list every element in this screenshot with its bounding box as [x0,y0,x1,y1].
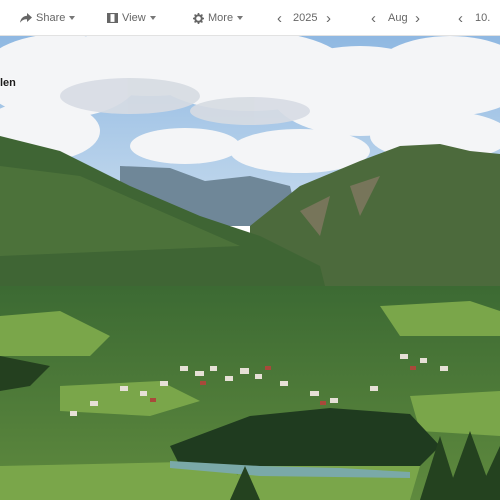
day-prev-button[interactable]: ‹ [458,0,463,36]
share-dropdown-caret-icon [69,16,76,20]
view-icon [107,13,118,23]
month-next-button[interactable]: › [415,0,420,36]
more-dropdown-caret-icon [237,16,244,20]
year-prev-button[interactable]: ‹ [277,0,282,36]
more-button[interactable]: More [193,0,244,36]
share-button[interactable]: Share [20,0,76,36]
year-next-button[interactable]: › [326,0,331,36]
day-value: 10. [475,0,490,36]
view-dropdown-caret-icon [149,16,156,20]
chevron-right-icon: › [415,9,420,27]
month-label: Aug [388,12,408,24]
year-label: 2025 [293,12,318,24]
chevron-left-icon: ‹ [277,9,282,27]
gear-icon [193,12,204,24]
chevron-right-icon: › [326,9,331,27]
more-label: More [208,12,234,24]
image-caption: len [0,77,16,89]
month-value: Aug [388,0,408,36]
day-label: 10. [475,12,491,24]
toolbar: Share View More ‹ 2025 › ‹ Aug › ‹ 10. [0,0,500,36]
chevron-left-icon: ‹ [371,9,376,27]
webcam-image[interactable]: len [0,36,500,500]
view-label: View [122,12,146,24]
view-button[interactable]: View [107,0,156,36]
share-label: Share [36,12,66,24]
chevron-left-icon: ‹ [458,9,463,27]
year-value: 2025 [293,0,317,36]
share-icon [20,13,32,23]
month-prev-button[interactable]: ‹ [371,0,376,36]
